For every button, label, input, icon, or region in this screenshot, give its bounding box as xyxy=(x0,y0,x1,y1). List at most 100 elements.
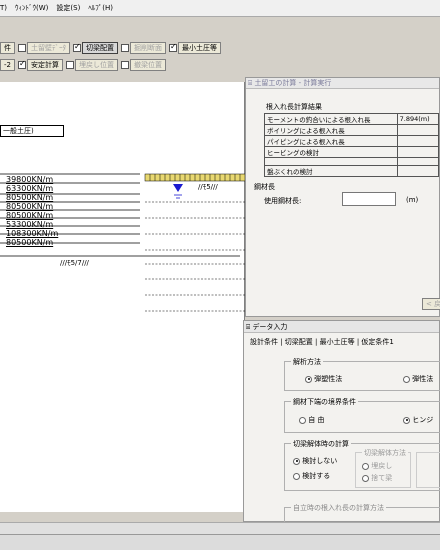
layer-label: 108300KN/m xyxy=(6,229,59,238)
stability-button[interactable]: 安定計算 xyxy=(26,59,63,71)
table-row xyxy=(264,157,440,166)
result-value xyxy=(396,135,440,147)
toolbar-button-case[interactable]: 件 xyxy=(0,42,15,54)
radio-backfill[interactable]: 埋戻し xyxy=(362,461,392,471)
radio-icon[interactable] xyxy=(299,416,306,424)
result-value xyxy=(396,157,440,166)
result-section-label: 根入れ長計算結果 xyxy=(266,103,322,111)
analysis-method-title: 解析方法 xyxy=(291,357,323,367)
excavation-checkbox[interactable] xyxy=(121,44,129,52)
steel-length-unit: (m) xyxy=(406,196,419,204)
drawing-canvas[interactable]: 一般土圧) 39800KN/m 63300KN/m 80500KN/m 8050… xyxy=(0,82,245,512)
radio-free[interactable]: 自 由 xyxy=(299,415,324,425)
data-tabs[interactable]: 設計条件 | 切梁配置 | 最小土圧等 | 仮定条件1 xyxy=(244,333,439,351)
toolbar-item-strut-layout[interactable]: 切梁配置 xyxy=(73,42,118,54)
min-earth-pressure-button[interactable]: 最小土圧等 xyxy=(178,42,221,54)
data-window-icon: ⌸ xyxy=(246,323,251,331)
toolbar-item-retaining-wall[interactable]: 土留壁ﾃﾞｰﾀ xyxy=(18,42,70,54)
radio-label: 弾性法 xyxy=(412,375,434,383)
strut-layout-button[interactable]: 切梁配置 xyxy=(82,42,118,54)
radio-label: 検討しない xyxy=(302,457,338,465)
radio-elastoplastic[interactable]: 弾塑性法 xyxy=(305,374,342,384)
radio-label: 埋戻し xyxy=(371,462,393,470)
data-input-window: ⌸ データ入力 設計条件 | 切梁配置 | 最小土圧等 | 仮定条件1 解析方法… xyxy=(243,320,440,527)
table-row: ボイリングによる根入れ長 xyxy=(264,124,440,136)
result-label: ヒービングの検討 xyxy=(264,146,398,158)
steel-length-field[interactable] xyxy=(342,192,396,206)
backfill-checkbox[interactable] xyxy=(65,61,74,69)
radio-check[interactable]: 検討する xyxy=(293,471,330,481)
radio-icon[interactable] xyxy=(362,474,369,482)
layer-label: 53300KN/m xyxy=(6,220,54,229)
radio-icon[interactable] xyxy=(293,457,300,465)
layer-stiffness-list: 39800KN/m 63300KN/m 80500KN/m 80500KN/m … xyxy=(6,175,58,247)
calc-title-text: 土留工の計算 - 計算実行 xyxy=(254,79,332,87)
table-row: ヒービングの検討 xyxy=(264,146,440,158)
toolbar-button-2[interactable]: -2 xyxy=(0,59,15,71)
toolbar-item-min-earth-pressure[interactable]: 最小土圧等 xyxy=(169,42,221,54)
toolbar-row-2: -2 安定計算 埋戻し位置 撤梁位置 xyxy=(0,57,440,73)
removal-method-title: 切梁解体方法 xyxy=(362,448,408,458)
removal-method-subgroup: 切梁解体方法 埋戻し 捨て梁 xyxy=(355,448,411,488)
removal-checkbox[interactable] xyxy=(120,61,129,69)
menu-settings[interactable]: 設定(S) xyxy=(56,3,80,13)
layer-label: 80500KN/m xyxy=(6,202,54,211)
excavation-button[interactable]: 掘削断面 xyxy=(130,42,166,54)
toolbar-item-excavation[interactable]: 掘削断面 xyxy=(121,42,166,54)
analysis-method-group: 解析方法 弾塑性法 弾性法 xyxy=(284,357,440,391)
ground-mark-right: //ﾓ5/// xyxy=(198,183,218,191)
toolbar-item-removal[interactable]: 撤梁位置 xyxy=(120,59,166,71)
radio-icon[interactable] xyxy=(362,462,369,470)
layer-label: 39800KN/m xyxy=(6,175,54,184)
boundary-condition-title: 鋼材下端の境界条件 xyxy=(291,397,358,407)
backfill-button[interactable]: 埋戻し位置 xyxy=(74,59,118,71)
radio-elastic[interactable]: 弾性法 xyxy=(403,374,433,384)
boundary-condition-group: 鋼材下端の境界条件 自 由 ヒンジ xyxy=(284,397,440,433)
result-value: 7.894(m) xyxy=(396,113,440,125)
result-label: 盤ぶくれの検討 xyxy=(264,165,398,177)
min-earth-pressure-checkbox[interactable] xyxy=(169,42,177,52)
steel-length-heading: 鋼材長 xyxy=(254,183,275,191)
radio-icon[interactable] xyxy=(305,375,312,383)
result-label: パイピングによる根入れ長 xyxy=(264,135,398,147)
taskbar xyxy=(0,534,440,550)
table-row: パイピングによる根入れ長 xyxy=(264,135,440,147)
steel-length-label: 使用鋼材長: xyxy=(264,197,302,205)
result-value xyxy=(396,165,440,177)
radio-hinge[interactable]: ヒンジ xyxy=(403,415,433,425)
strut-layout-checkbox[interactable] xyxy=(73,42,81,52)
toolbar-row-1: 件 土留壁ﾃﾞｰﾀ 切梁配置 掘削断面 最小土圧等 xyxy=(0,40,440,56)
result-table: モーメントの釣合いによる根入れ長 7.894(m) ボイリングによる根入れ長 パイ… xyxy=(264,113,440,177)
retaining-wall-button[interactable]: 土留壁ﾃﾞｰﾀ xyxy=(27,42,70,54)
radio-sacrificial-beam[interactable]: 捨て梁 xyxy=(362,473,392,483)
menu-help[interactable]: ﾍﾙﾌﾟ(H) xyxy=(88,3,113,13)
removal-button[interactable]: 撤梁位置 xyxy=(129,59,166,71)
data-window-title: ⌸ データ入力 xyxy=(244,321,439,333)
self-standing-title: 自立時の根入れ長の計算方法 xyxy=(291,503,386,513)
back-button[interactable]: < 戻 xyxy=(422,298,440,310)
toolbar-item-stability[interactable]: 安定計算 xyxy=(17,59,63,71)
result-value xyxy=(396,124,440,136)
menu-tools[interactable]: T) xyxy=(0,4,7,12)
radio-label: 自 由 xyxy=(308,416,325,424)
status-bar xyxy=(0,522,440,534)
ground-mark-left: ///ﾓ5/7/// xyxy=(60,259,89,267)
strut-removal-title: 切梁解体時の計算 xyxy=(291,439,351,449)
table-row: 盤ぶくれの検討 xyxy=(264,165,440,177)
radio-label: 弾塑性法 xyxy=(314,375,343,383)
table-row: モーメントの釣合いによる根入れ長 7.894(m) xyxy=(264,113,440,125)
removal-extra-box xyxy=(416,452,440,488)
radio-icon[interactable] xyxy=(403,375,410,383)
cross-section-drawing xyxy=(0,173,245,312)
radio-label: 捨て梁 xyxy=(371,474,393,482)
menu-window[interactable]: ｳｨﾝﾄﾞｳ(W) xyxy=(15,3,48,13)
layer-label: 80500KN/m xyxy=(6,238,54,247)
radio-icon[interactable] xyxy=(293,472,300,480)
calc-window: ⌸ 土留工の計算 - 計算実行 根入れ長計算結果 モーメントの釣合いによる根入れ… xyxy=(245,77,440,317)
radio-icon[interactable] xyxy=(403,416,410,424)
radio-not-check[interactable]: 検討しない xyxy=(293,456,337,466)
toolbar-item-backfill[interactable]: 埋戻し位置 xyxy=(65,59,118,71)
retaining-wall-checkbox[interactable] xyxy=(18,44,26,52)
stability-checkbox[interactable] xyxy=(17,59,26,69)
menu-divider xyxy=(0,16,440,17)
